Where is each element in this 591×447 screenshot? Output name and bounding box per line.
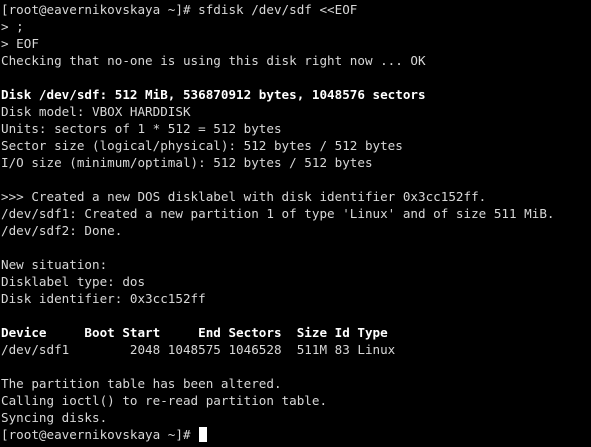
partition-table-header: Device Boot Start End Sectors Size Id Ty… — [1, 325, 388, 340]
shell-prompt: [root@eavernikovskaya ~]# — [1, 2, 199, 17]
output-line: Disklabel type: dos — [1, 274, 146, 289]
output-line: /dev/sdf1: Created a new partition 1 of … — [1, 206, 555, 221]
heredoc-line: > ; — [1, 19, 24, 34]
output-line: Disk model: VBOX HARDDISK — [1, 104, 191, 119]
output-line: Units: sectors of 1 * 512 = 512 bytes — [1, 121, 282, 136]
terminal-window[interactable]: [root@eavernikovskaya ~]# sfdisk /dev/sd… — [0, 0, 591, 447]
partition-table-row: /dev/sdf1 2048 1048575 1046528 511M 83 L… — [1, 342, 396, 357]
output-line: I/O size (minimum/optimal): 512 bytes / … — [1, 155, 373, 170]
prompt-line[interactable]: [root@eavernikovskaya ~]# — [1, 426, 591, 443]
output-line: The partition table has been altered. — [1, 376, 282, 391]
output-line: New situation: — [1, 257, 108, 272]
text-cursor — [199, 427, 208, 442]
output-line: Checking that no-one is using this disk … — [1, 53, 426, 68]
command-text: sfdisk /dev/sdf <<EOF — [198, 2, 358, 17]
output-line: Sector size (logical/physical): 512 byte… — [1, 138, 403, 153]
shell-prompt: [root@eavernikovskaya ~]# — [1, 427, 199, 442]
output-line: Syncing disks. — [1, 410, 108, 425]
command-line: [root@eavernikovskaya ~]# sfdisk /dev/sd… — [1, 1, 591, 18]
heredoc-line: > EOF — [1, 36, 39, 51]
output-line: Disk identifier: 0x3cc152ff — [1, 291, 206, 306]
output-line: /dev/sdf2: Done. — [1, 223, 123, 238]
output-line: >>> Created a new DOS disklabel with dis… — [1, 189, 487, 204]
output-line: Calling ioctl() to re-read partition tab… — [1, 393, 328, 408]
disk-header: Disk /dev/sdf: 512 MiB, 536870912 bytes,… — [1, 87, 426, 102]
